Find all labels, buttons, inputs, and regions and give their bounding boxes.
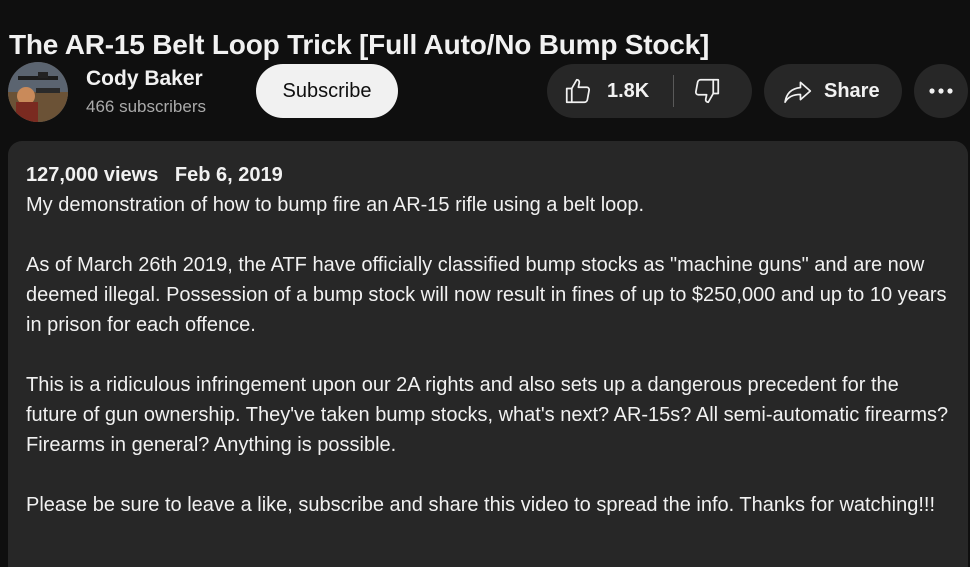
description-paragraph: My demonstration of how to bump fire an … <box>26 194 645 216</box>
description-paragraph: As of March 26th 2019, the ATF have offi… <box>26 254 947 336</box>
description-meta: 127,000 views Feb 6, 2019 <box>26 160 950 190</box>
share-arrow-icon <box>782 76 814 106</box>
thumbs-up-icon <box>563 76 593 106</box>
like-dislike-group: 1.8K <box>547 64 752 118</box>
subscriber-count: 466 subscribers <box>86 97 207 116</box>
more-actions-button[interactable] <box>914 64 968 118</box>
share-button[interactable]: Share <box>764 64 902 118</box>
more-horizontal-icon <box>928 87 954 95</box>
upload-date: Feb 6, 2019 <box>174 164 283 186</box>
thumbs-down-icon <box>692 76 722 106</box>
like-button[interactable]: 1.8K <box>547 64 674 118</box>
avatar-image <box>8 62 68 122</box>
subscribe-button[interactable]: Subscribe <box>256 64 398 118</box>
dislike-button[interactable] <box>674 64 752 118</box>
description-paragraph: Please be sure to leave a like, subscrib… <box>26 494 936 516</box>
description-box[interactable]: 127,000 views Feb 6, 2019 My demonstrati… <box>8 141 968 567</box>
description-paragraph: This is a ridiculous infringement upon o… <box>26 374 949 456</box>
video-title: The AR-15 Belt Loop Trick [Full Auto/No … <box>9 28 710 60</box>
owner-row: Cody Baker 466 subscribers Subscribe 1.8… <box>0 62 970 122</box>
view-count: 127,000 views <box>26 164 159 186</box>
channel-name[interactable]: Cody Baker <box>86 66 203 92</box>
share-label: Share <box>824 79 880 102</box>
like-count: 1.8K <box>607 79 650 102</box>
watch-page: The AR-15 Belt Loop Trick [Full Auto/No … <box>0 0 970 567</box>
channel-avatar[interactable] <box>8 62 68 122</box>
